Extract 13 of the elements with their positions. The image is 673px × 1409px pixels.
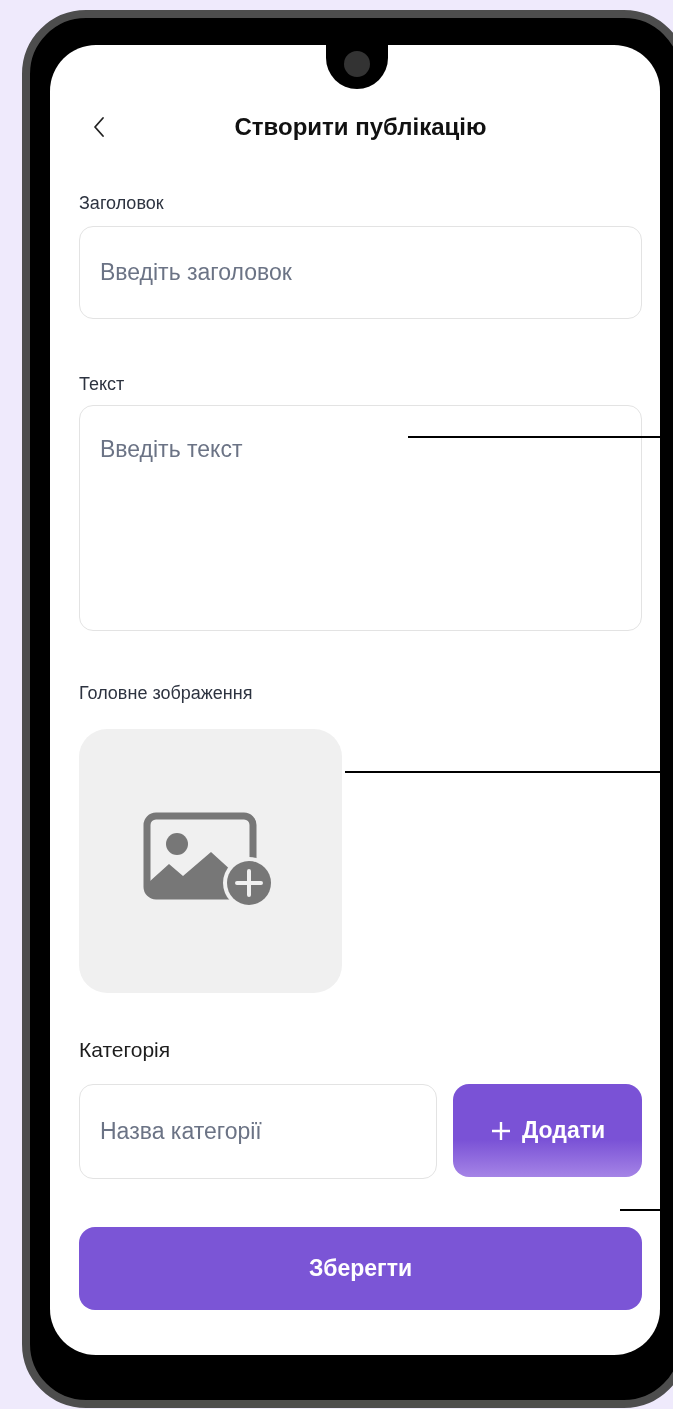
field-label: Головне зображення bbox=[79, 683, 253, 704]
image-upload-tile[interactable] bbox=[79, 729, 342, 993]
title-input[interactable]: Введіть заголовок bbox=[79, 226, 642, 319]
save-button[interactable]: Зберегти bbox=[79, 1227, 642, 1310]
page-title: Створити публікацію bbox=[234, 113, 487, 141]
text-area[interactable]: Введіть текст bbox=[79, 405, 642, 631]
add-button[interactable]: Додати bbox=[453, 1084, 642, 1177]
field-label: Заголовок bbox=[79, 193, 164, 214]
category-input[interactable]: Назва категорії bbox=[79, 1084, 437, 1179]
field-label: Категорія bbox=[79, 1038, 171, 1062]
field-label: Текст bbox=[79, 374, 125, 395]
back-icon[interactable] bbox=[93, 116, 105, 138]
plus-icon bbox=[489, 1119, 512, 1142]
